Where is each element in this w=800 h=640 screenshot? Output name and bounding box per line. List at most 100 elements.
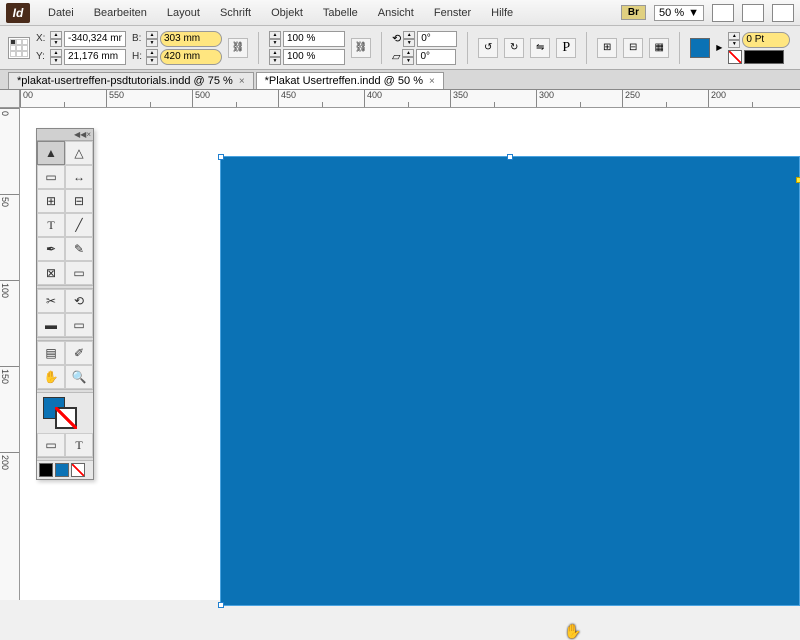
toolbox-header[interactable]: ◀◀× bbox=[37, 129, 93, 141]
menu-datei[interactable]: Datei bbox=[38, 3, 84, 23]
menu-hilfe[interactable]: Hilfe bbox=[481, 3, 523, 23]
zoom-tool[interactable]: 🔍 bbox=[65, 365, 93, 389]
distribute-icon[interactable]: ⊟ bbox=[623, 38, 643, 58]
arrange-icon[interactable] bbox=[742, 4, 764, 22]
shear-stepper[interactable]: ▲▼ bbox=[402, 49, 414, 65]
resize-handle-nw[interactable] bbox=[218, 154, 224, 160]
stroke-weight-stepper[interactable]: ▲▼ bbox=[728, 32, 740, 48]
ruler-tick: 250 bbox=[622, 90, 708, 107]
resize-handle-n[interactable] bbox=[507, 154, 513, 160]
bridge-button[interactable]: Br bbox=[621, 5, 646, 20]
w-stepper[interactable]: ▲▼ bbox=[146, 31, 158, 47]
swatch-black[interactable] bbox=[39, 463, 53, 477]
eyedropper-tool[interactable]: ✐ bbox=[65, 341, 93, 365]
fill-menu-icon[interactable]: ▶ bbox=[716, 43, 722, 52]
scissors-tool[interactable]: ✂ bbox=[37, 289, 65, 313]
sx-stepper[interactable]: ▲▼ bbox=[269, 31, 281, 47]
swatch-blue[interactable] bbox=[55, 463, 69, 477]
pen-tool[interactable]: ✒ bbox=[37, 237, 65, 261]
hand-cursor-icon: ✋ bbox=[564, 623, 581, 640]
close-icon[interactable]: × bbox=[86, 130, 91, 139]
note-tool[interactable]: ▤ bbox=[37, 341, 65, 365]
workspace-icon[interactable] bbox=[772, 4, 794, 22]
width-input[interactable] bbox=[160, 31, 222, 47]
selected-rectangle[interactable] bbox=[220, 156, 800, 606]
shear-input[interactable] bbox=[416, 49, 456, 65]
document-tabs: *plakat-usertreffen-psdtutorials.indd @ … bbox=[0, 70, 800, 90]
rotate-cw-icon[interactable]: ↻ bbox=[504, 38, 524, 58]
resize-handle-sw[interactable] bbox=[218, 602, 224, 608]
close-icon[interactable]: × bbox=[429, 76, 435, 87]
rectangle-frame-tool[interactable]: ⊠ bbox=[37, 261, 65, 285]
canvas[interactable]: ✋ bbox=[20, 108, 800, 600]
selection-tool[interactable]: ▲ bbox=[37, 141, 65, 165]
chevron-down-icon: ▼ bbox=[688, 7, 699, 19]
ruler-tick: 0 bbox=[0, 108, 19, 194]
ruler-origin[interactable] bbox=[0, 90, 20, 108]
pencil-tool[interactable]: ✎ bbox=[65, 237, 93, 261]
zoom-select[interactable]: 50 %▼ bbox=[654, 5, 704, 21]
tab-doc-1[interactable]: *plakat-usertreffen-psdtutorials.indd @ … bbox=[8, 72, 254, 89]
ruler-tick: 200 bbox=[0, 452, 19, 538]
scale-y-input[interactable] bbox=[283, 49, 345, 65]
horizontal-ruler[interactable]: 00 550 500 450 400 350 300 250 200 bbox=[20, 90, 800, 108]
gradient-feather-tool[interactable]: ▭ bbox=[65, 313, 93, 337]
line-tool[interactable]: ╱ bbox=[65, 213, 93, 237]
flip-h-icon[interactable]: ⇋ bbox=[530, 38, 550, 58]
tab-doc-2[interactable]: *Plakat Usertreffen.indd @ 50 % × bbox=[256, 72, 444, 89]
collapse-icon[interactable]: ◀◀ bbox=[74, 130, 86, 139]
rotate-ccw-icon[interactable]: ↺ bbox=[478, 38, 498, 58]
gradient-swatch-tool[interactable]: ▬ bbox=[37, 313, 65, 337]
menu-objekt[interactable]: Objekt bbox=[261, 3, 313, 23]
scale-x-input[interactable] bbox=[283, 31, 345, 47]
sy-stepper[interactable]: ▲▼ bbox=[269, 49, 281, 65]
stroke-weight-input[interactable] bbox=[742, 32, 790, 48]
content-collector-tool[interactable]: ⊞ bbox=[37, 189, 65, 213]
swatch-none[interactable] bbox=[71, 463, 85, 477]
page-tool[interactable]: ▭ bbox=[37, 165, 65, 189]
formatting-container-icon[interactable]: ▭ bbox=[37, 433, 65, 457]
menu-schrift[interactable]: Schrift bbox=[210, 3, 261, 23]
direct-selection-tool[interactable]: △ bbox=[65, 141, 93, 165]
rot-stepper[interactable]: ▲▼ bbox=[403, 31, 415, 47]
rotation-input[interactable] bbox=[417, 31, 457, 47]
menu-fenster[interactable]: Fenster bbox=[424, 3, 481, 23]
menu-bearbeiten[interactable]: Bearbeiten bbox=[84, 3, 157, 23]
link-icon[interactable]: ⛓ bbox=[351, 38, 371, 58]
reference-point[interactable] bbox=[8, 37, 30, 59]
free-transform-tool[interactable]: ⟲ bbox=[65, 289, 93, 313]
h-stepper[interactable]: ▲▼ bbox=[146, 49, 158, 65]
type-tool[interactable]: T bbox=[37, 213, 65, 237]
tab-label: *Plakat Usertreffen.indd @ 50 % bbox=[265, 75, 423, 87]
stroke-none-swatch[interactable] bbox=[728, 50, 742, 64]
fill-stroke-control[interactable] bbox=[37, 393, 93, 433]
ruler-tick: 400 bbox=[364, 90, 450, 107]
p-icon[interactable]: P bbox=[556, 38, 576, 58]
rectangle-tool[interactable]: ▭ bbox=[65, 261, 93, 285]
fill-color-swatch[interactable] bbox=[690, 38, 710, 58]
menu-tabelle[interactable]: Tabelle bbox=[313, 3, 368, 23]
gap-tool[interactable]: ↔ bbox=[65, 165, 93, 189]
x-stepper[interactable]: ▲▼ bbox=[50, 31, 62, 47]
align-icon[interactable]: ⊞ bbox=[597, 38, 617, 58]
y-stepper[interactable]: ▲▼ bbox=[50, 49, 62, 65]
y-input[interactable] bbox=[64, 49, 126, 65]
stroke-style-swatch[interactable] bbox=[744, 50, 784, 64]
formatting-text-icon[interactable]: T bbox=[65, 433, 93, 457]
wrap-icon[interactable]: ▦ bbox=[649, 38, 669, 58]
resize-handle-ne[interactable] bbox=[796, 177, 800, 183]
screen-mode-icon[interactable] bbox=[712, 4, 734, 22]
stroke-swatch[interactable] bbox=[55, 407, 77, 429]
vertical-ruler[interactable]: 0 50 100 150 200 bbox=[0, 108, 20, 600]
constrain-icon[interactable]: ⛓ bbox=[228, 38, 248, 58]
ruler-tick: 200 bbox=[708, 90, 794, 107]
height-input[interactable] bbox=[160, 49, 222, 65]
w-label: B: bbox=[132, 33, 144, 44]
hand-tool[interactable]: ✋ bbox=[37, 365, 65, 389]
content-placer-tool[interactable]: ⊟ bbox=[65, 189, 93, 213]
x-input[interactable] bbox=[64, 31, 126, 47]
menu-ansicht[interactable]: Ansicht bbox=[368, 3, 424, 23]
h-label: H: bbox=[132, 51, 144, 62]
menu-layout[interactable]: Layout bbox=[157, 3, 210, 23]
close-icon[interactable]: × bbox=[239, 76, 245, 87]
